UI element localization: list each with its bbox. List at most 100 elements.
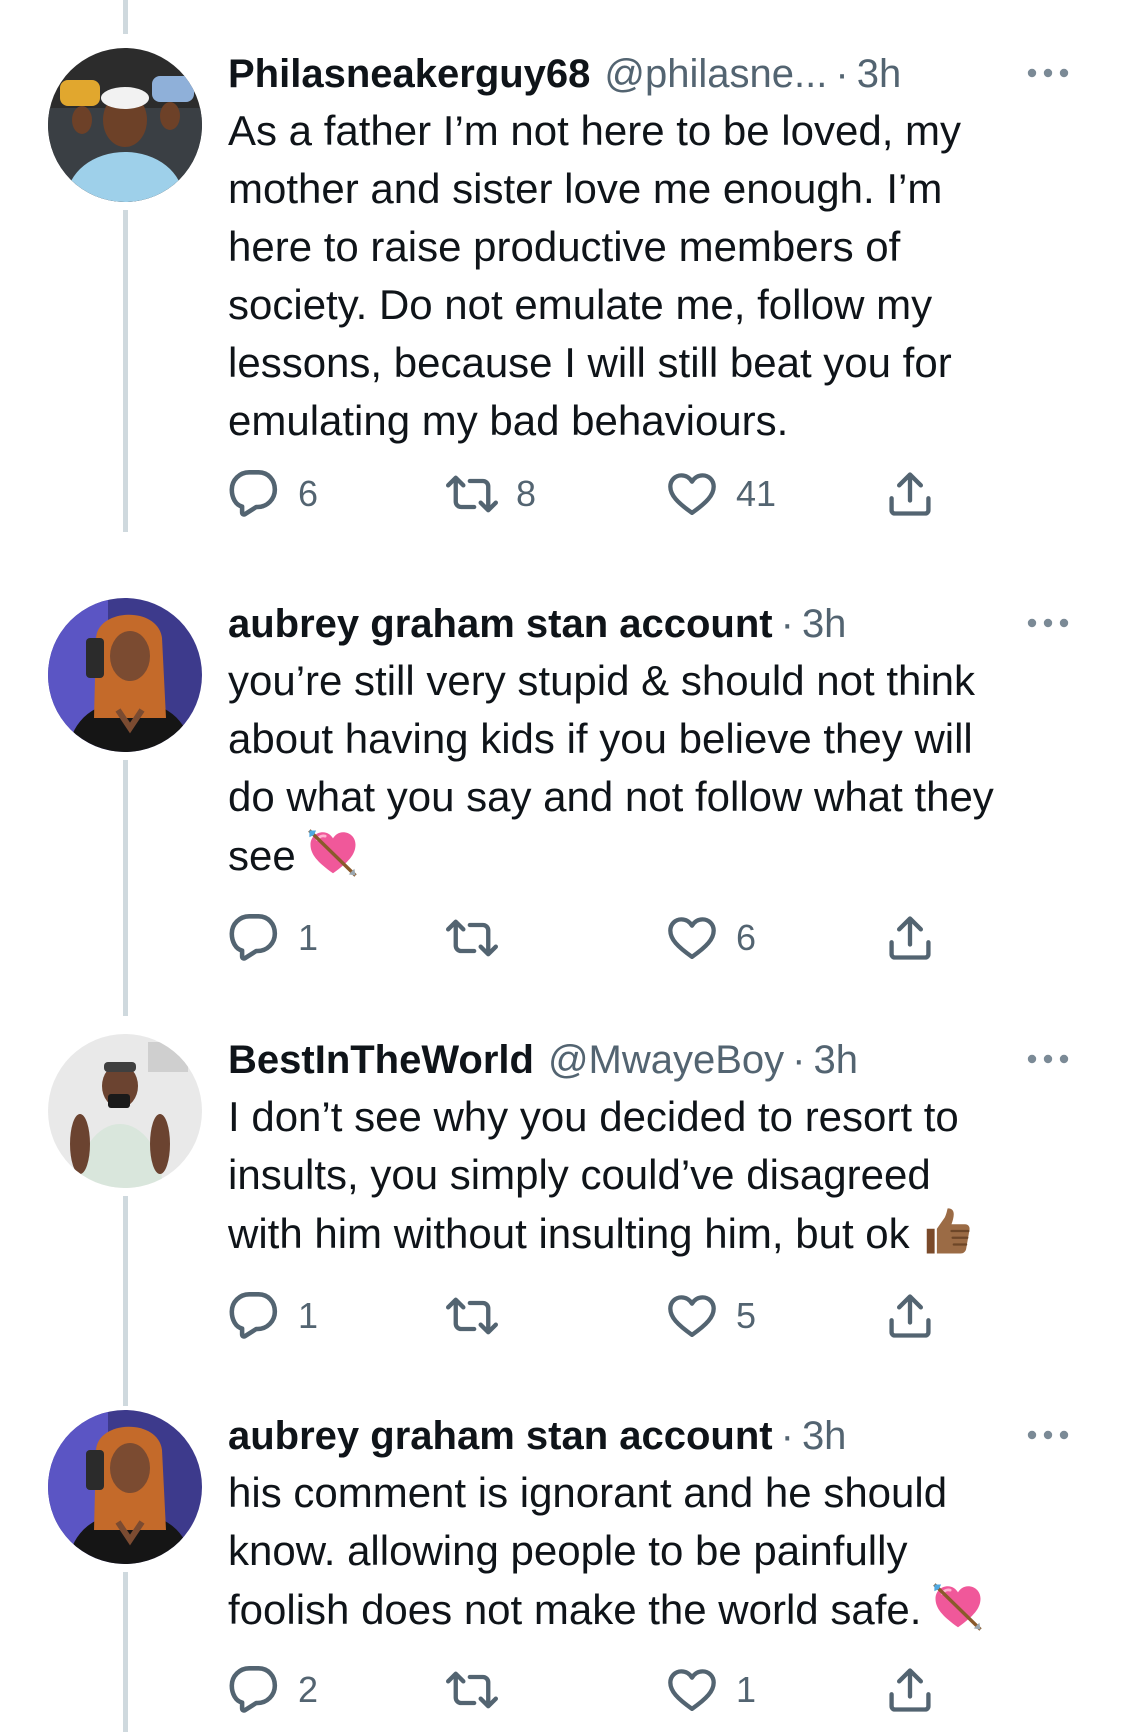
tweet-header: BestInTheWorld @MwayeBoy · 3h [228,1030,1065,1090]
tweet-text-end: see [228,832,296,879]
tweet-actions: 1 6 [228,910,948,966]
reply-count: 6 [298,473,319,514]
share-button[interactable] [884,910,936,966]
avatar[interactable] [48,1410,202,1564]
retweet-button[interactable] [446,1662,516,1718]
thread-connector [123,1196,128,1406]
tweet-text-end: with him without insulting him, but ok [228,1210,910,1257]
heart-with-arrow-icon [931,1580,985,1634]
share-icon [884,1290,936,1342]
like-button[interactable]: 1 [666,1662,756,1718]
user-handle[interactable]: @MwayeBoy [548,1038,784,1083]
tweet-text-line: foolish does not make the world safe. [228,1580,1088,1639]
tweet-thread: Philasneakerguy68 @philasne... · 3h As a… [0,0,1125,1732]
timestamp[interactable]: 3h [802,1414,847,1459]
retweet-icon [446,912,498,964]
share-button[interactable] [884,1662,936,1718]
heart-icon [666,468,718,520]
timestamp[interactable]: 3h [814,1038,859,1083]
reply-icon [228,1290,280,1342]
avatar[interactable] [48,598,202,752]
retweet-count: 8 [516,473,537,514]
thread-connector [123,210,128,532]
tweet-text-line: I don’t see why you decided to resort to [228,1093,959,1140]
reply-button[interactable]: 6 [228,466,318,522]
heart-icon [666,912,718,964]
heart-icon [666,1290,718,1342]
tweet-header: aubrey graham stan account · 3h [228,1406,1065,1466]
share-icon [884,1664,936,1716]
tweet-text: you’re still very stupid & should not th… [228,652,1088,885]
tweet-text-line: see [228,826,1088,885]
more-options-icon[interactable] [1023,1410,1073,1460]
retweet-icon [446,1664,498,1716]
separator-dot: · [780,601,794,646]
tweet-text-line: do what you say and not follow what they [228,773,994,820]
thread-connector [123,760,128,1016]
more-options-icon[interactable] [1023,598,1073,648]
more-options-icon[interactable] [1023,48,1073,98]
tweet-text-line: about having kids if you believe they wi… [228,715,973,762]
tweet-text-line: As a father I’m not here to be loved, my [228,107,962,154]
tweet-header: aubrey graham stan account · 3h [228,594,1065,654]
tweet-text-line: you’re still very stupid & should not th… [228,657,976,704]
share-icon [884,912,936,964]
like-button[interactable]: 41 [666,466,776,522]
tweet-header: Philasneakerguy68 @philasne... · 3h [228,44,1065,104]
reply-button[interactable]: 1 [228,910,318,966]
more-options-icon[interactable] [1023,1034,1073,1084]
reply-button[interactable]: 1 [228,1288,318,1344]
tweet-text-line: his comment is ignorant and he should [228,1469,948,1516]
tweet-text: As a father I’m not here to be loved, my… [228,102,1088,450]
tweet-text-line: insults, you simply could’ve disagreed [228,1151,931,1198]
tweet-actions: 6 8 41 [228,466,948,522]
thumbs-up-icon [920,1204,974,1258]
avatar[interactable] [48,48,202,202]
share-button[interactable] [884,1288,936,1344]
like-count: 1 [736,1669,757,1710]
thread-connector-top [123,0,128,34]
reply-icon [228,1664,280,1716]
tweet-actions: 2 1 [228,1662,948,1718]
heart-with-arrow-icon [306,826,360,880]
reply-count: 1 [298,917,319,958]
display-name[interactable]: aubrey graham stan account [228,602,773,647]
like-count: 41 [736,473,777,514]
separator-dot: · [780,1413,794,1458]
separator-dot: · [835,51,849,96]
reply-count: 2 [298,1669,319,1710]
tweet-text: his comment is ignorant and he should kn… [228,1464,1088,1639]
reply-count: 1 [298,1295,319,1336]
retweet-button[interactable]: 8 [446,466,536,522]
tweet-text-line: emulating my bad behaviours. [228,397,789,444]
display-name[interactable]: BestInTheWorld [228,1038,534,1083]
tweet-text-line: here to raise productive members of [228,223,901,270]
heart-icon [666,1664,718,1716]
display-name[interactable]: Philasneakerguy68 [228,52,590,97]
tweet-text-line: know. allowing people to be painfully [228,1527,908,1574]
timestamp[interactable]: 3h [802,602,847,647]
tweet-text-line: with him without insulting him, but ok [228,1204,1088,1263]
tweet-text-line: society. Do not emulate me, follow my [228,281,933,328]
tweet-text-line: mother and sister love me enough. I’m [228,165,943,212]
retweet-button[interactable] [446,910,516,966]
retweet-button[interactable] [446,1288,516,1344]
reply-button[interactable]: 2 [228,1662,318,1718]
thread-connector [123,1572,128,1732]
tweet-text: I don’t see why you decided to resort to… [228,1088,1088,1263]
user-handle[interactable]: @philasne... [604,52,827,97]
like-count: 6 [736,917,757,958]
share-icon [884,468,936,520]
tweet-text-end: foolish does not make the world safe. [228,1586,922,1633]
retweet-icon [446,468,498,520]
display-name[interactable]: aubrey graham stan account [228,1414,773,1459]
separator-dot: · [792,1037,806,1082]
timestamp[interactable]: 3h [857,52,902,97]
like-count: 5 [736,1295,757,1336]
like-button[interactable]: 6 [666,910,756,966]
avatar[interactable] [48,1034,202,1188]
share-button[interactable] [884,466,936,522]
like-button[interactable]: 5 [666,1288,756,1344]
tweet-text-line: lessons, because I will still beat you f… [228,339,952,386]
reply-icon [228,912,280,964]
